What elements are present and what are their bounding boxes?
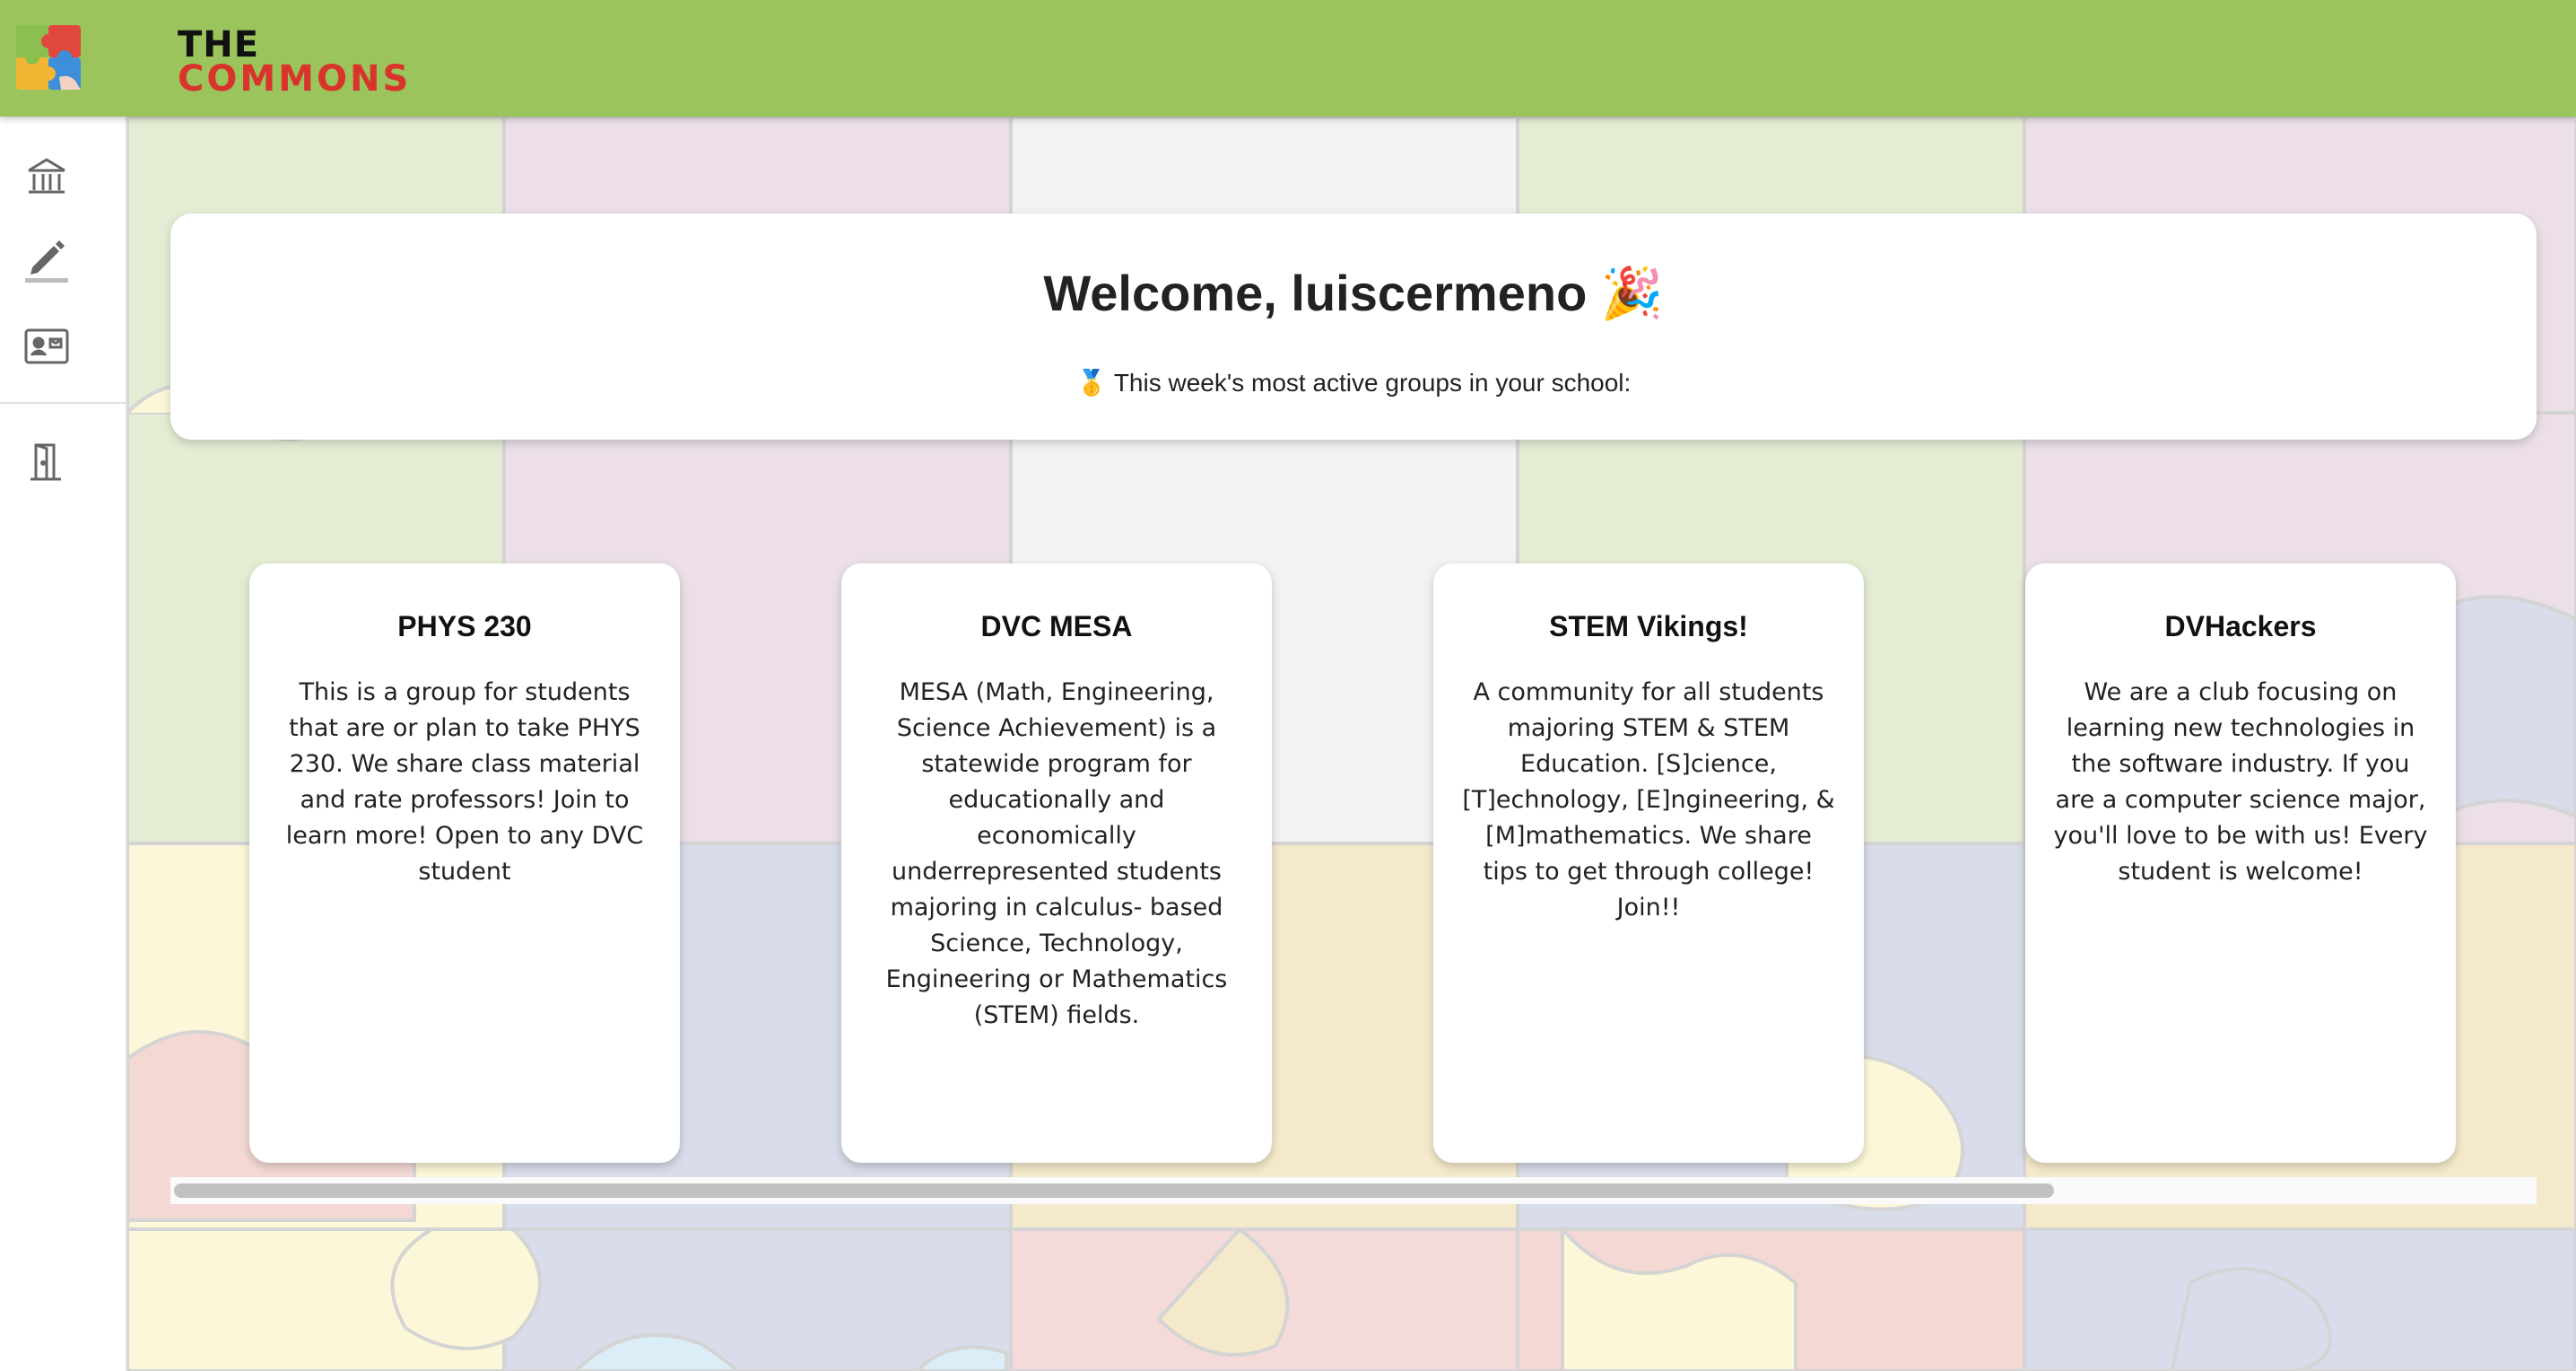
school-icon[interactable]: [20, 149, 74, 203]
logout-door-icon[interactable]: [20, 434, 74, 488]
group-title: STEM Vikings!: [1549, 610, 1748, 642]
group-card[interactable]: STEM Vikings! A community for all studen…: [1433, 563, 1864, 1163]
group-card[interactable]: PHYS 230 This is a group for students th…: [249, 563, 680, 1163]
group-description: This is a group for students that are or…: [285, 678, 644, 886]
group-description: MESA (Math, Engineering, Science Achieve…: [885, 678, 1228, 1029]
group-description: A community for all students majoring ST…: [1462, 678, 1835, 921]
welcome-title: Welcome, luiscermeno 🎉: [1043, 265, 1664, 321]
sidebar-divider: [0, 402, 126, 404]
top-app-bar: THE COMMONS: [0, 0, 2576, 117]
group-title: PHYS 230: [397, 610, 532, 642]
group-title: DVC MESA: [980, 610, 1133, 642]
the-commons-wordmark[interactable]: THE COMMONS: [178, 27, 411, 97]
group-description: We are a club focusing on learning new t…: [2053, 678, 2428, 886]
contact-card-icon[interactable]: [20, 319, 74, 373]
sidebar-nav: [0, 117, 127, 1371]
wordmark-line1: THE: [178, 24, 260, 65]
group-card[interactable]: DVHackers We are a club focusing on lear…: [2025, 563, 2456, 1163]
wordmark-line2: COMMONS: [178, 58, 412, 100]
group-title: DVHackers: [2164, 610, 2317, 642]
groups-horizontal-scrollbar[interactable]: [170, 1177, 2537, 1204]
active-groups-subtitle: 🥇 This week's most active groups in your…: [1075, 369, 1632, 397]
group-card[interactable]: DVC MESA MESA (Math, Engineering, Scienc…: [841, 563, 1272, 1163]
scrollbar-thumb[interactable]: [174, 1183, 2054, 1198]
puzzle-logo-icon[interactable]: [13, 22, 88, 97]
welcome-card: Welcome, luiscermeno 🎉 🥇 This week's mos…: [170, 214, 2537, 440]
edit-pencil-icon[interactable]: [20, 231, 74, 285]
